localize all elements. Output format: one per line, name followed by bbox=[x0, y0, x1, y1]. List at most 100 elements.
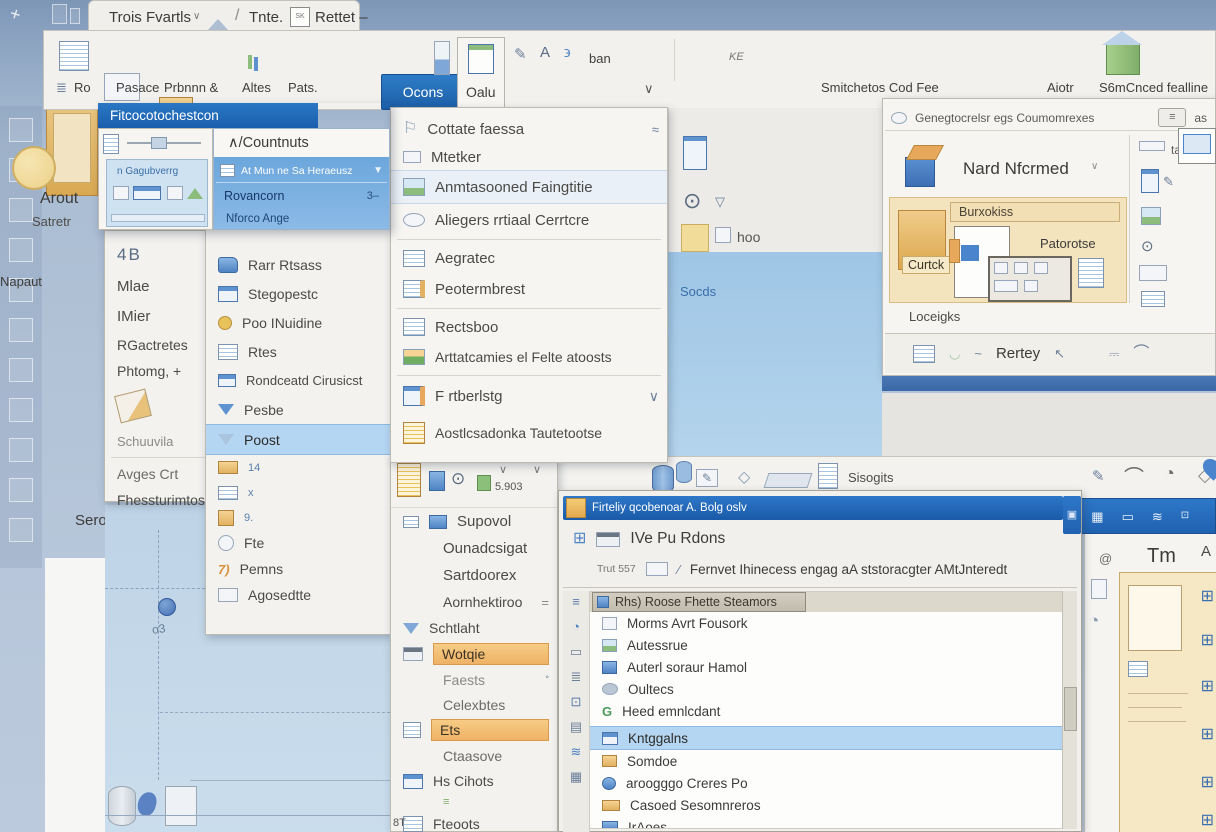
blob-shape[interactable] bbox=[135, 790, 158, 818]
smiley-badge-icon[interactable] bbox=[12, 146, 56, 190]
bar-icon[interactable]: ▦ bbox=[1091, 510, 1103, 523]
paper-sheet[interactable] bbox=[1128, 585, 1182, 651]
ribbon-label-altes[interactable]: Altes bbox=[242, 80, 271, 95]
flyout-item-row3[interactable]: Nforco Ange bbox=[216, 209, 387, 229]
smitchetos-label[interactable]: Smitchetos Cod Fee bbox=[821, 80, 939, 95]
cylinder-small-icon[interactable] bbox=[676, 461, 692, 483]
gutter-icon[interactable]: ▤ bbox=[570, 720, 582, 733]
list-item[interactable]: Somdoe bbox=[590, 750, 1062, 772]
mini-grid-panel[interactable] bbox=[988, 256, 1072, 302]
document-lines-icon[interactable] bbox=[59, 41, 89, 71]
menu-item-selected[interactable]: Poost bbox=[206, 424, 390, 455]
anchor-dot[interactable] bbox=[158, 598, 176, 616]
as-label[interactable]: as bbox=[1194, 111, 1215, 125]
pen-icon[interactable]: ✎ bbox=[514, 47, 527, 62]
keyboard-icon[interactable] bbox=[1139, 265, 1167, 281]
flyout-item-row1[interactable]: At Mun ne Sa Heraeusz ▼ bbox=[216, 159, 387, 183]
menu-item[interactable]: Agosedtte bbox=[206, 582, 390, 608]
menu-button[interactable]: ≡ bbox=[1158, 108, 1186, 127]
menu-item[interactable]: Aostlcsadonka Tautetootse bbox=[391, 413, 667, 453]
list-item[interactable]: Casoed Sesomnreros bbox=[590, 794, 1062, 816]
grid-icon[interactable]: ⊞ bbox=[573, 531, 586, 547]
ribbon-label-prbnnn[interactable]: Prbnnn & bbox=[164, 80, 218, 95]
grid-plus-icon[interactable]: ⊞ bbox=[1201, 589, 1214, 605]
list-item[interactable]: IrAoes bbox=[590, 816, 1062, 829]
yellow-swatch[interactable] bbox=[681, 224, 709, 252]
side-table-icon[interactable] bbox=[1078, 258, 1104, 288]
gutter-icon[interactable]: ≣ bbox=[571, 670, 582, 683]
person-window-icon[interactable] bbox=[1141, 207, 1161, 225]
menu-item[interactable]: Schtlaht bbox=[391, 615, 557, 641]
list-item[interactable]: aroogggo Creres Po bbox=[590, 772, 1062, 794]
mini-control-icon[interactable] bbox=[133, 186, 161, 200]
window-corner-tab[interactable]: ▣ bbox=[1063, 496, 1081, 534]
menu-item[interactable]: Aliegers rrtiaal Cerrtcre bbox=[391, 204, 667, 236]
menu-item-selected-orange[interactable]: Wotqie bbox=[391, 641, 557, 667]
sidebar-icon[interactable] bbox=[9, 478, 33, 502]
menu-item[interactable]: Fte bbox=[206, 530, 390, 556]
blue-lines-icon[interactable] bbox=[1141, 291, 1165, 307]
menu-item[interactable]: Rectsboo bbox=[391, 312, 667, 342]
flyout-item-countnuts[interactable]: ∧/Countnuts bbox=[214, 129, 389, 157]
scrollbar-thumb[interactable] bbox=[1064, 687, 1077, 731]
table-icon[interactable] bbox=[913, 345, 935, 363]
note-pen-icon[interactable]: ✎ bbox=[696, 469, 718, 487]
callout-shape[interactable] bbox=[165, 786, 197, 826]
letter-a-icon[interactable]: A bbox=[540, 45, 550, 60]
menu-item[interactable]: Rarr Rtsass bbox=[206, 250, 390, 279]
chevron-down-icon[interactable]: ∨ bbox=[649, 389, 659, 403]
somcnced-label[interactable]: S6mCnced fealline bbox=[1099, 80, 1208, 95]
sidebar-icon[interactable] bbox=[9, 238, 33, 262]
rertey-label[interactable]: Rertey bbox=[996, 345, 1040, 362]
sidebar-icon[interactable] bbox=[9, 318, 33, 342]
ocons-button[interactable]: Ocons bbox=[381, 74, 465, 110]
sidebar-icon[interactable] bbox=[9, 438, 33, 462]
ribbon-label-pats[interactable]: Pats. bbox=[288, 80, 318, 95]
note-icon[interactable] bbox=[1091, 579, 1107, 599]
grid-plus-icon[interactable]: ⊞ bbox=[1201, 727, 1214, 743]
gutter-icon[interactable]: ▭ bbox=[570, 645, 582, 658]
sidebar-icon[interactable] bbox=[9, 398, 33, 422]
list-item[interactable]: Auterl soraur Hamol bbox=[590, 656, 1062, 678]
bar-icon[interactable]: ⊡ bbox=[1181, 511, 1189, 521]
gutter-icon[interactable]: ≡ bbox=[572, 595, 580, 608]
menu-item[interactable]: Pesbe bbox=[206, 395, 390, 424]
list-header-cell[interactable]: Rhs) Roose Fhette Steamors bbox=[592, 592, 806, 612]
report-icon[interactable] bbox=[683, 136, 707, 170]
list-item[interactable]: GHeed emnlcdant bbox=[590, 700, 1062, 722]
menu-item[interactable]: Sartdoorex bbox=[391, 562, 557, 589]
menu-item[interactable]: Rondceatd Cirusicst bbox=[206, 366, 390, 395]
menu-item[interactable]: Ctaasove bbox=[391, 743, 557, 768]
ribbon-label-pasace[interactable]: Pasace bbox=[116, 80, 159, 95]
green-box-icon[interactable] bbox=[477, 475, 491, 491]
tab-time-fuertls[interactable]: Trois Fvartls bbox=[109, 9, 191, 26]
cylinder-icon[interactable] bbox=[652, 465, 674, 493]
ribbon-label-ro[interactable]: Ro bbox=[74, 80, 91, 95]
preview-box[interactable]: n Gagubverrg bbox=[106, 159, 208, 227]
bar-icon[interactable]: ▭ bbox=[1122, 510, 1134, 523]
sidebar-icon[interactable] bbox=[9, 118, 33, 142]
flyout-item-row2[interactable]: Rovancorn 3– bbox=[216, 185, 387, 207]
menu-item[interactable]: Supovol bbox=[391, 508, 557, 535]
menu-item-selected-orange[interactable]: Ets bbox=[391, 717, 557, 743]
menu-item[interactable]: Ounadcsigat bbox=[391, 535, 557, 562]
chevron-down-icon[interactable]: ∨ bbox=[499, 463, 507, 476]
menu-item[interactable]: Celexbtes bbox=[391, 692, 557, 717]
slide-icon[interactable] bbox=[596, 532, 620, 547]
oalu-group[interactable]: Oalu bbox=[457, 37, 505, 109]
chevron-down-icon[interactable]: ∨ bbox=[644, 81, 654, 97]
pencil-slash-icon[interactable]: ✎ bbox=[1092, 467, 1105, 485]
arc-icon[interactable]: ⌒ bbox=[1124, 461, 1144, 490]
cylinder-shape[interactable] bbox=[108, 786, 136, 826]
menu-item[interactable]: F rtberlstg∨ bbox=[391, 379, 667, 413]
menu-item[interactable]: Peotermbrest bbox=[391, 273, 667, 305]
grid-plus-icon[interactable]: ⊞ bbox=[1201, 633, 1214, 649]
menu-item-highlighted[interactable]: Anmtasooned Faingtitie bbox=[391, 170, 667, 204]
window-titlebar[interactable]: Firteliy qcobenoar A. Bolg oslv bbox=[563, 496, 1063, 520]
menu-item[interactable]: Arttatcamies el Felte atoosts bbox=[391, 342, 667, 372]
mini-control-icon[interactable] bbox=[167, 186, 183, 200]
checkbox-icon[interactable] bbox=[715, 227, 731, 243]
tab-tnte[interactable]: Tnte. bbox=[249, 9, 283, 26]
menu-item[interactable]: 9. bbox=[206, 505, 390, 530]
chevron-down-icon[interactable]: ∨ bbox=[533, 463, 541, 476]
